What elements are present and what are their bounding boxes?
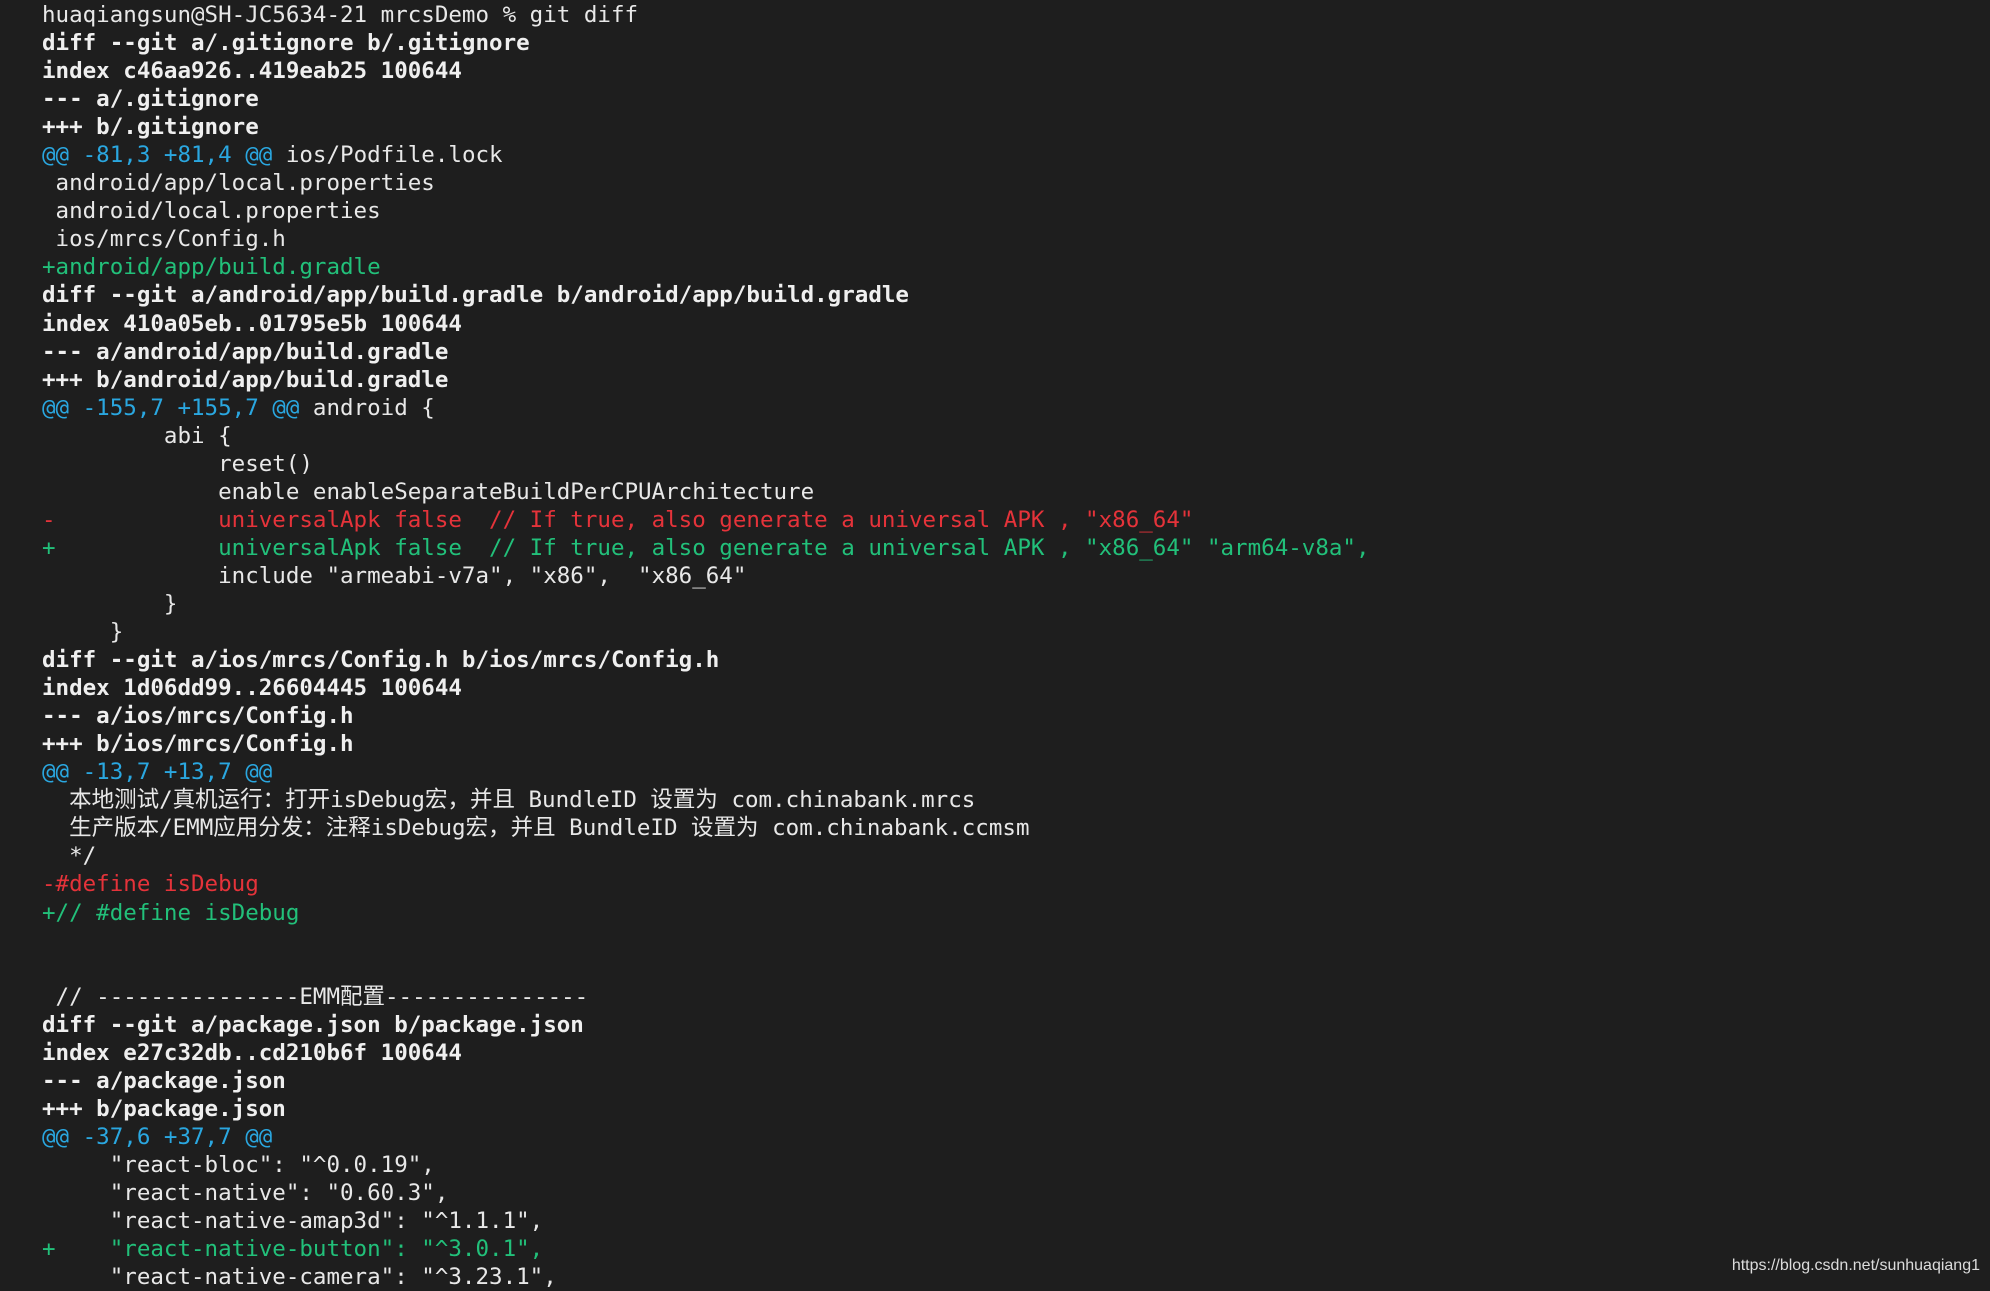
context-line-text: android/local.properties [42,198,381,225]
diff-header-line-text: index 1d06dd99..26604445 100644 [42,675,462,702]
diff-header-line: index e27c32db..cd210b6f 100644 [42,1039,1990,1067]
diff-header-line: --- a/.gitignore [42,85,1990,113]
added-line: + universalApk false // If true, also ge… [42,534,1990,562]
diff-header-line: index 1d06dd99..26604445 100644 [42,674,1990,702]
added-line-text: + "react-native-button": "^3.0.1", [42,1236,544,1263]
diff-header-line-text: diff --git a/android/app/build.gradle b/… [42,282,909,309]
diff-header-line: diff --git a/android/app/build.gradle b/… [42,281,1990,309]
diff-header-line-text: --- a/ios/mrcs/Config.h [42,703,354,730]
blank-line [42,955,1990,983]
diff-header-line: diff --git a/.gitignore b/.gitignore [42,29,1990,57]
hunk-header-line-text: @@ -155,7 +155,7 @@ [42,394,300,421]
context-line-text: */ [42,843,97,870]
context-line: "react-bloc": "^0.0.19", [42,1151,1990,1179]
diff-header-line-text: diff --git a/package.json b/package.json [42,1011,584,1038]
added-line-text: +android/app/build.gradle [42,254,381,281]
blank-line-text [42,956,56,982]
diff-header-line: --- a/ios/mrcs/Config.h [42,702,1990,730]
context-line-text: } [42,619,124,646]
context-line-text: abi { [42,422,232,449]
diff-header-line-text: --- a/package.json [42,1067,286,1094]
diff-header-line: diff --git a/ios/mrcs/Config.h b/ios/mrc… [42,646,1990,674]
added-line: + "react-native-button": "^3.0.1", [42,1235,1990,1263]
context-line: enable enableSeparateBuildPerCPUArchitec… [42,478,1990,506]
context-line-text: "react-native": "0.60.3", [42,1179,449,1206]
diff-header-line-text: +++ b/.gitignore [42,114,259,141]
context-line: // ---------------EMM配置--------------- [42,983,1990,1011]
context-line: android/app/local.properties [42,169,1990,197]
context-line: } [42,618,1990,646]
removed-line-text: - universalApk false // If true, also ge… [42,506,1194,533]
diff-header-line-text: --- a/.gitignore [42,86,259,113]
removed-line-text: -#define isDebug [42,871,259,898]
diff-header-line-text: diff --git a/.gitignore b/.gitignore [42,30,530,57]
context-line-text: } [42,590,178,617]
diff-header-line: +++ b/.gitignore [42,113,1990,141]
context-line-text: "react-bloc": "^0.0.19", [42,1151,435,1178]
diff-header-line-text: +++ b/package.json [42,1095,286,1122]
context-line-text: include "armeabi-v7a", "x86", "x86_64" [42,562,747,589]
context-line-text: 本地测试/真机运行：打开isDebug宏，并且 BundleID 设置为 com… [42,787,976,814]
hunk-header-line: @@ -13,7 +13,7 @@ [42,758,1990,786]
removed-line: - universalApk false // If true, also ge… [42,506,1990,534]
hunk-header-line-text: @@ -37,6 +37,7 @@ [42,1123,273,1150]
shell-prompt-line: huaqiangsun@SH-JC5634-21 mrcsDemo % git … [42,1,1990,29]
added-line-text: +// #define isDebug [42,899,300,926]
blank-line [42,927,1990,955]
context-line-text: "react-native-camera": "^3.23.1", [42,1264,557,1291]
context-line: "react-native-amap3d": "^1.1.1", [42,1207,1990,1235]
context-line: include "armeabi-v7a", "x86", "x86_64" [42,562,1990,590]
context-line: "react-native": "0.60.3", [42,1179,1990,1207]
context-line-text: 生产版本/EMM应用分发：注释isDebug宏，并且 BundleID 设置为 … [42,815,1030,842]
hunk-context-label: ios/Podfile.lock [272,142,503,169]
diff-header-line-text: index 410a05eb..01795e5b 100644 [42,310,462,337]
context-line: ios/mrcs/Config.h [42,225,1990,253]
context-line-text: "react-native-amap3d": "^1.1.1", [42,1208,544,1235]
blank-line-text [42,928,56,954]
terminal-output: huaqiangsun@SH-JC5634-21 mrcsDemo % git … [42,1,1990,1291]
diff-header-line: +++ b/android/app/build.gradle [42,366,1990,394]
diff-header-line-text: --- a/android/app/build.gradle [42,338,449,365]
context-line-text: // ---------------EMM配置--------------- [42,983,589,1010]
context-line-text: android/app/local.properties [42,170,435,197]
hunk-header-line: @@ -37,6 +37,7 @@ [42,1123,1990,1151]
context-line-text: ios/mrcs/Config.h [42,226,286,253]
context-line: "react-native-camera": "^3.23.1", [42,1263,1990,1291]
diff-header-line-text: index c46aa926..419eab25 100644 [42,58,462,85]
added-line: +android/app/build.gradle [42,253,1990,281]
diff-header-line: index c46aa926..419eab25 100644 [42,57,1990,85]
hunk-header-line: @@ -155,7 +155,7 @@ android { [42,394,1990,422]
diff-header-line: diff --git a/package.json b/package.json [42,1011,1990,1039]
diff-header-line: --- a/package.json [42,1067,1990,1095]
diff-header-line: +++ b/package.json [42,1095,1990,1123]
hunk-header-line-text: @@ -81,3 +81,4 @@ [42,142,273,169]
diff-header-line: --- a/android/app/build.gradle [42,338,1990,366]
context-line: */ [42,842,1990,870]
hunk-context-label: android { [299,394,435,421]
shell-prompt-line-text: huaqiangsun@SH-JC5634-21 mrcsDemo % git … [42,2,639,28]
terminal-window[interactable]: huaqiangsun@SH-JC5634-21 mrcsDemo % git … [0,0,1990,1290]
diff-header-line: index 410a05eb..01795e5b 100644 [42,310,1990,338]
diff-header-line-text: diff --git a/ios/mrcs/Config.h b/ios/mrc… [42,647,720,674]
context-line: reset() [42,450,1990,478]
added-line: +// #define isDebug [42,899,1990,927]
hunk-header-line: @@ -81,3 +81,4 @@ ios/Podfile.lock [42,141,1990,169]
context-line: abi { [42,422,1990,450]
added-line-text: + universalApk false // If true, also ge… [42,534,1370,561]
context-line-text: enable enableSeparateBuildPerCPUArchitec… [42,478,815,505]
diff-header-line-text: +++ b/ios/mrcs/Config.h [42,731,354,758]
removed-line: -#define isDebug [42,870,1990,898]
context-line: 本地测试/真机运行：打开isDebug宏，并且 BundleID 设置为 com… [42,786,1990,814]
diff-header-line: +++ b/ios/mrcs/Config.h [42,730,1990,758]
hunk-header-line-text: @@ -13,7 +13,7 @@ [42,759,273,786]
context-line-text: reset() [42,450,313,477]
context-line: } [42,590,1990,618]
watermark: https://blog.csdn.net/sunhuaqiang1 [1731,1257,1980,1274]
context-line: 生产版本/EMM应用分发：注释isDebug宏，并且 BundleID 设置为 … [42,814,1990,842]
context-line: android/local.properties [42,197,1990,225]
diff-header-line-text: index e27c32db..cd210b6f 100644 [42,1039,462,1066]
diff-header-line-text: +++ b/android/app/build.gradle [42,366,449,393]
